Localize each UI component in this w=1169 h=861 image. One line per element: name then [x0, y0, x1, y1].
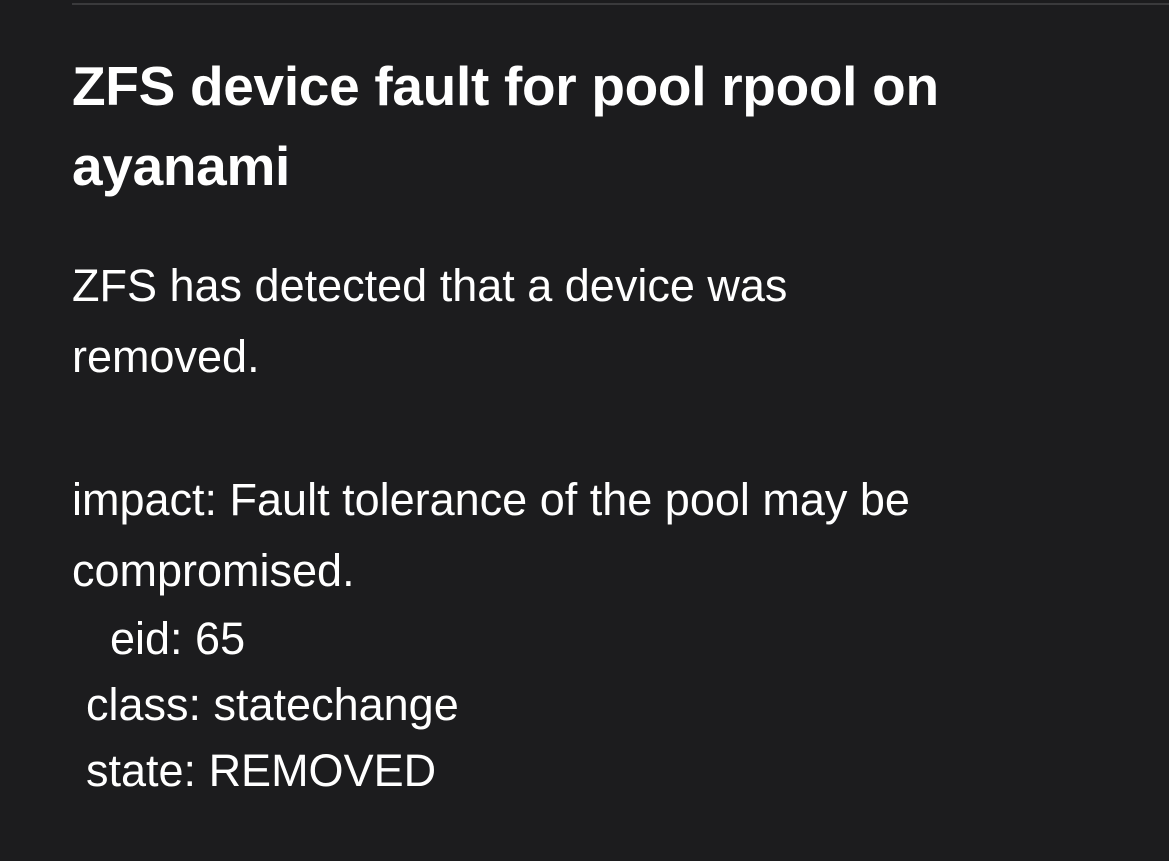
notification-message: ZFS device fault for pool rpool on ayana… — [72, 46, 1132, 804]
event-id-field: eid: 65 — [110, 613, 246, 664]
device-state-field: state: REMOVED — [86, 745, 437, 796]
top-divider — [72, 3, 1169, 5]
notification-impact: impact: Fault tolerance of the pool may … — [72, 474, 910, 596]
event-class-field: class: statechange — [86, 679, 459, 730]
notification-summary: ZFS has detected that a device was remov… — [72, 260, 788, 382]
notification-title: ZFS device fault for pool rpool on ayana… — [72, 55, 939, 197]
